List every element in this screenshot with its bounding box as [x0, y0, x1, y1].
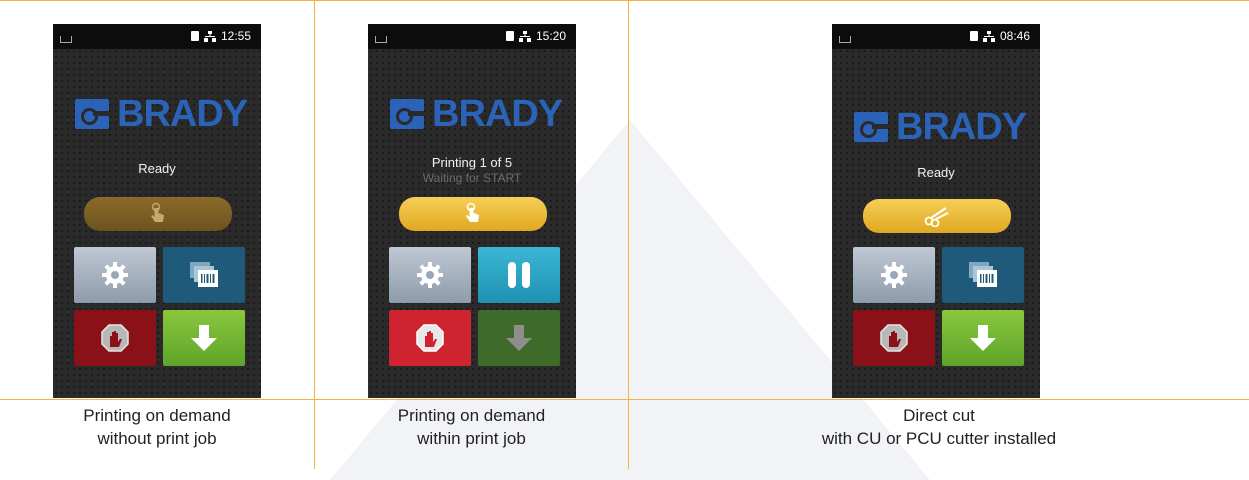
- row-divider: [0, 399, 1249, 400]
- layout-grid: [0, 0, 1249, 469]
